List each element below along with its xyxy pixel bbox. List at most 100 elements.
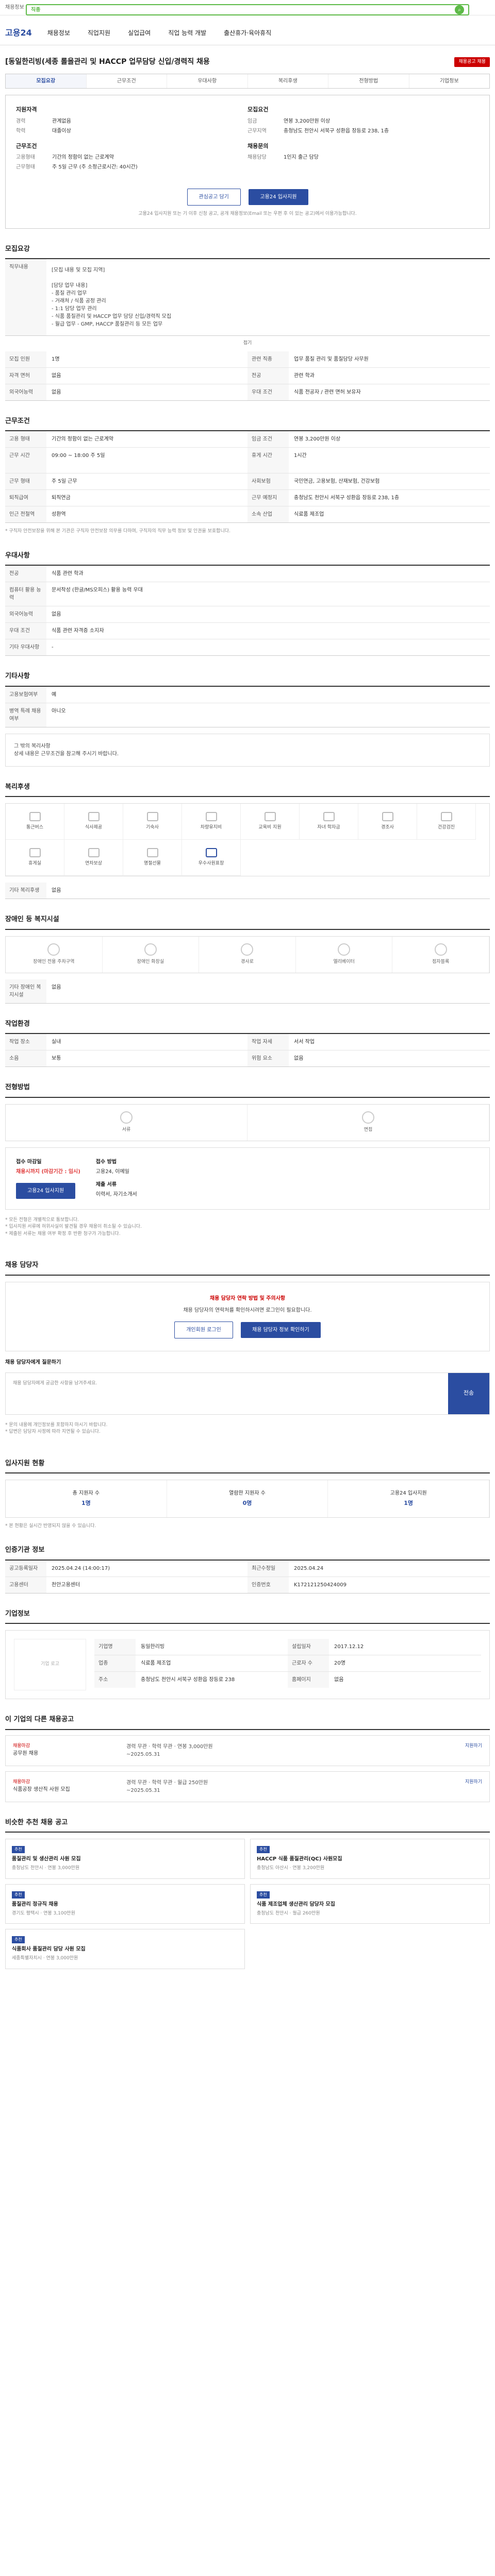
stat-label: 고용24 입사지원 — [390, 1490, 427, 1496]
welfare-item: 우수사원표창 — [182, 840, 241, 876]
conditions-section: 근무조건 고용 형태 기간의 정함이 없는 근로계약 임금 조건 연봉 3,200만원… — [5, 416, 490, 535]
row-value: 2025.04.24 — [294, 1565, 324, 1571]
tab-recruit[interactable]: 모집요강 — [6, 74, 87, 88]
welfare-grid: 통근버스 식사제공 기숙사 차량유지비 교육비 지원 자녀 학자금 경조사 건강… — [5, 803, 490, 876]
header: 고용24 채용정보 직업지원 실업급여 직업 능력 개발 출산휴가·육아휴직 — [0, 21, 495, 45]
row-value: 충청남도 천안시 서북구 성환읍 장등로 238 — [141, 1677, 235, 1683]
row-key: 기타 우대사항 — [5, 639, 46, 655]
welfare-item: 휴게실 — [6, 840, 64, 876]
car-icon — [205, 811, 217, 821]
job-apply-link[interactable]: 지원하기 — [441, 1779, 482, 1794]
inquiry-notice: 채용 담당자 연락 방법 및 주의사항 채용 담당자의 연락처를 확인하시려면 … — [5, 1281, 490, 1351]
main-nav: 채용정보 직업지원 실업급여 직업 능력 개발 출산휴가·육아휴직 — [47, 28, 272, 38]
section-title: 기타사항 — [5, 671, 490, 687]
apply-button[interactable]: 고용24 입사지원 — [249, 189, 308, 205]
card-title[interactable]: 식품 제조업체 생산관리 담당자 모집 — [257, 1901, 483, 1908]
tab-preference[interactable]: 우대사항 — [167, 74, 248, 88]
tab-conditions[interactable]: 근무조건 — [87, 74, 167, 88]
stat-item: 열람한 지원자 수 0명 — [167, 1480, 328, 1517]
card-title[interactable]: 품질관리 정규직 채용 — [12, 1901, 238, 1908]
job-title-bar: [동일한리빙(세종 롤을관리 및 HACCP 업무담당 신입/경력직 채용 채용… — [5, 57, 490, 67]
row-value: - — [52, 645, 54, 650]
check-contact-button[interactable]: 채용 담당자 정보 확인하기 — [241, 1321, 321, 1338]
row-key: 주소 — [94, 1672, 136, 1688]
summary-value: 1인지 출근 담당 — [284, 155, 319, 160]
present-icon — [146, 848, 158, 857]
row-key: 최근수정일 — [248, 1560, 289, 1577]
row-key: 기타 장애인 복지시설 — [5, 979, 46, 1003]
nav-item[interactable]: 직업지원 — [88, 28, 110, 38]
summary-value: 연봉 3,200만원 이상 — [284, 118, 331, 124]
search-icon[interactable]: ⌕ — [455, 5, 464, 14]
qa-notes: * 문의 내용에 개인정보를 포함하지 마시기 바랍니다. * 답변은 담당자 … — [5, 1422, 108, 1435]
facility-label: 엘리베이터 — [333, 959, 355, 964]
section-title: 기업정보 — [5, 1609, 490, 1624]
login-button[interactable]: 개인회원 로그인 — [174, 1321, 233, 1338]
summary-key: 근무지역 — [248, 128, 267, 134]
welfare-label: 통근버스 — [26, 824, 44, 830]
tab-process[interactable]: 전형방법 — [328, 74, 409, 88]
row-key: 작업 장소 — [5, 1034, 46, 1050]
qa-send-button[interactable]: 전송 — [448, 1372, 489, 1414]
meal-icon — [88, 811, 100, 821]
recommend-card[interactable]: 추천 식품회사 품질관리 담당 사원 모집 세종특별자치시 · 연봉 3,000만원 — [5, 1929, 245, 1969]
job-title[interactable]: 공무원 채용 — [13, 1750, 126, 1757]
row-value: 충청남도 천안시 서북구 성환읍 장등로 238, 1층 — [294, 495, 400, 501]
nav-item[interactable]: 실업급여 — [128, 28, 151, 38]
ramp-icon — [241, 943, 254, 956]
welfare-item: 연차보상 — [64, 840, 123, 876]
recommend-card[interactable]: 추천 식품 제조업체 생산관리 담당자 모집 충청남도 천안시 · 월급 260만원 — [250, 1884, 490, 1924]
nav-item[interactable]: 출산휴가·육아휴직 — [224, 28, 271, 38]
braille-icon — [434, 943, 447, 956]
site-logo[interactable]: 고용24 — [5, 27, 32, 39]
facility-label: 장애인 전용 주차구역 — [33, 959, 75, 964]
recommend-card[interactable]: 추천 품질관리 및 생산관리 사원 모집 충청남도 천안시 · 연봉 3,000만원 — [5, 1839, 245, 1879]
search-placeholder[interactable]: 직종 — [31, 6, 40, 14]
duty-label: 직무내용 — [5, 259, 46, 335]
collapse-button[interactable]: 접기 — [5, 336, 490, 351]
nav-item[interactable]: 채용정보 — [47, 28, 70, 38]
facility-item: 경사로 — [199, 936, 296, 973]
apply-box: 접수 마감일 채용시까지 (마감기간 : 임시) 고용24 입사지원 접수 방법… — [5, 1147, 490, 1210]
search-bar[interactable]: 직종 ⌕ — [26, 4, 469, 15]
welfare-label: 경조사 — [381, 824, 394, 830]
parking-icon — [47, 943, 60, 956]
card-title[interactable]: 식품회사 품질관리 담당 사원 모집 — [12, 1945, 238, 1953]
company-box: 기업 로고 기업명 동일한리빙 설립일자 2017.12.12 업종 식료품 제조업 근로… — [5, 1630, 490, 1699]
disabled-section: 장애인 등 복지시설 장애인 전용 주차구역 장애인 화장실 경사로 엘리베이터… — [5, 914, 490, 1004]
method-label: 접수 방법 — [95, 1159, 117, 1165]
summary-value: 주 5일 근무 (주 소정근로시간: 40시간) — [52, 164, 138, 170]
summary-key: 채용담당 — [248, 155, 267, 160]
row-value: 없음 — [334, 1677, 344, 1683]
recommend-card[interactable]: 추천 품질관리 정규직 채용 경기도 평택시 · 연봉 3,100만원 — [5, 1884, 245, 1924]
process-step: 면접 — [248, 1104, 489, 1141]
page: 채용정보 검색 직종 ⌕ 고용24 채용정보 직업지원 실업급여 직업 능력 개… — [0, 0, 495, 2010]
facility-label: 점자블록 — [432, 959, 450, 964]
apply-button[interactable]: 고용24 입사지원 — [16, 1182, 76, 1199]
job-title[interactable]: 식품공장 생산직 사원 모집 — [13, 1786, 126, 1793]
list-item[interactable]: 채용마감 식품공장 생산직 사원 모집 경력 무관 · 학력 무관 · 월급 25… — [5, 1771, 490, 1802]
row-key: 작업 자세 — [248, 1034, 289, 1050]
qa-input[interactable]: 채용 담당자에게 궁금한 사항을 남겨주세요. — [6, 1373, 448, 1414]
section-title: 입사지원 현황 — [5, 1459, 490, 1473]
row-key: 기업명 — [94, 1639, 136, 1655]
row-value: 천안고용센터 — [52, 1582, 80, 1588]
row-value: K172121250424009 — [294, 1582, 346, 1588]
card-title[interactable]: HACCP 식품 품질관리(QC) 사원모집 — [257, 1855, 483, 1863]
card-title[interactable]: 품질관리 및 생산관리 사원 모집 — [12, 1855, 238, 1863]
docs-value: 이력서, 자기소개서 — [95, 1191, 137, 1197]
tab-welfare[interactable]: 복리후생 — [248, 74, 328, 88]
row-value: 없음 — [52, 888, 61, 893]
applicant-button[interactable]: 채용공고 채용 — [454, 57, 490, 67]
tab-company[interactable]: 기업정보 — [409, 74, 490, 88]
card-meta: 충청남도 천안시 · 연봉 3,000만원 — [12, 1866, 80, 1871]
deadline-label: 접수 마감일 — [16, 1159, 42, 1165]
apply-note: 고용24 입사지원 또는 기 이후 신청 공고, 공개 채용정보(Email 또… — [138, 211, 357, 216]
recommend-card[interactable]: 추천 HACCP 식품 품질관리(QC) 사원모집 충청남도 아산시 · 연봉 3,… — [250, 1839, 490, 1879]
list-item[interactable]: 채용마감 공무원 채용 경력 무관 · 학력 무관 · 연봉 3,000만원 ~20… — [5, 1735, 490, 1766]
job-apply-link[interactable]: 지원하기 — [441, 1743, 482, 1758]
job-title: [동일한리빙(세종 롤을관리 및 HACCP 업무담당 신입/경력직 채용 — [5, 58, 210, 66]
nav-item[interactable]: 직업 능력 개발 — [168, 28, 206, 38]
save-job-button[interactable]: 관심공고 담기 — [187, 189, 241, 206]
row-value: 아니오 — [52, 708, 66, 714]
